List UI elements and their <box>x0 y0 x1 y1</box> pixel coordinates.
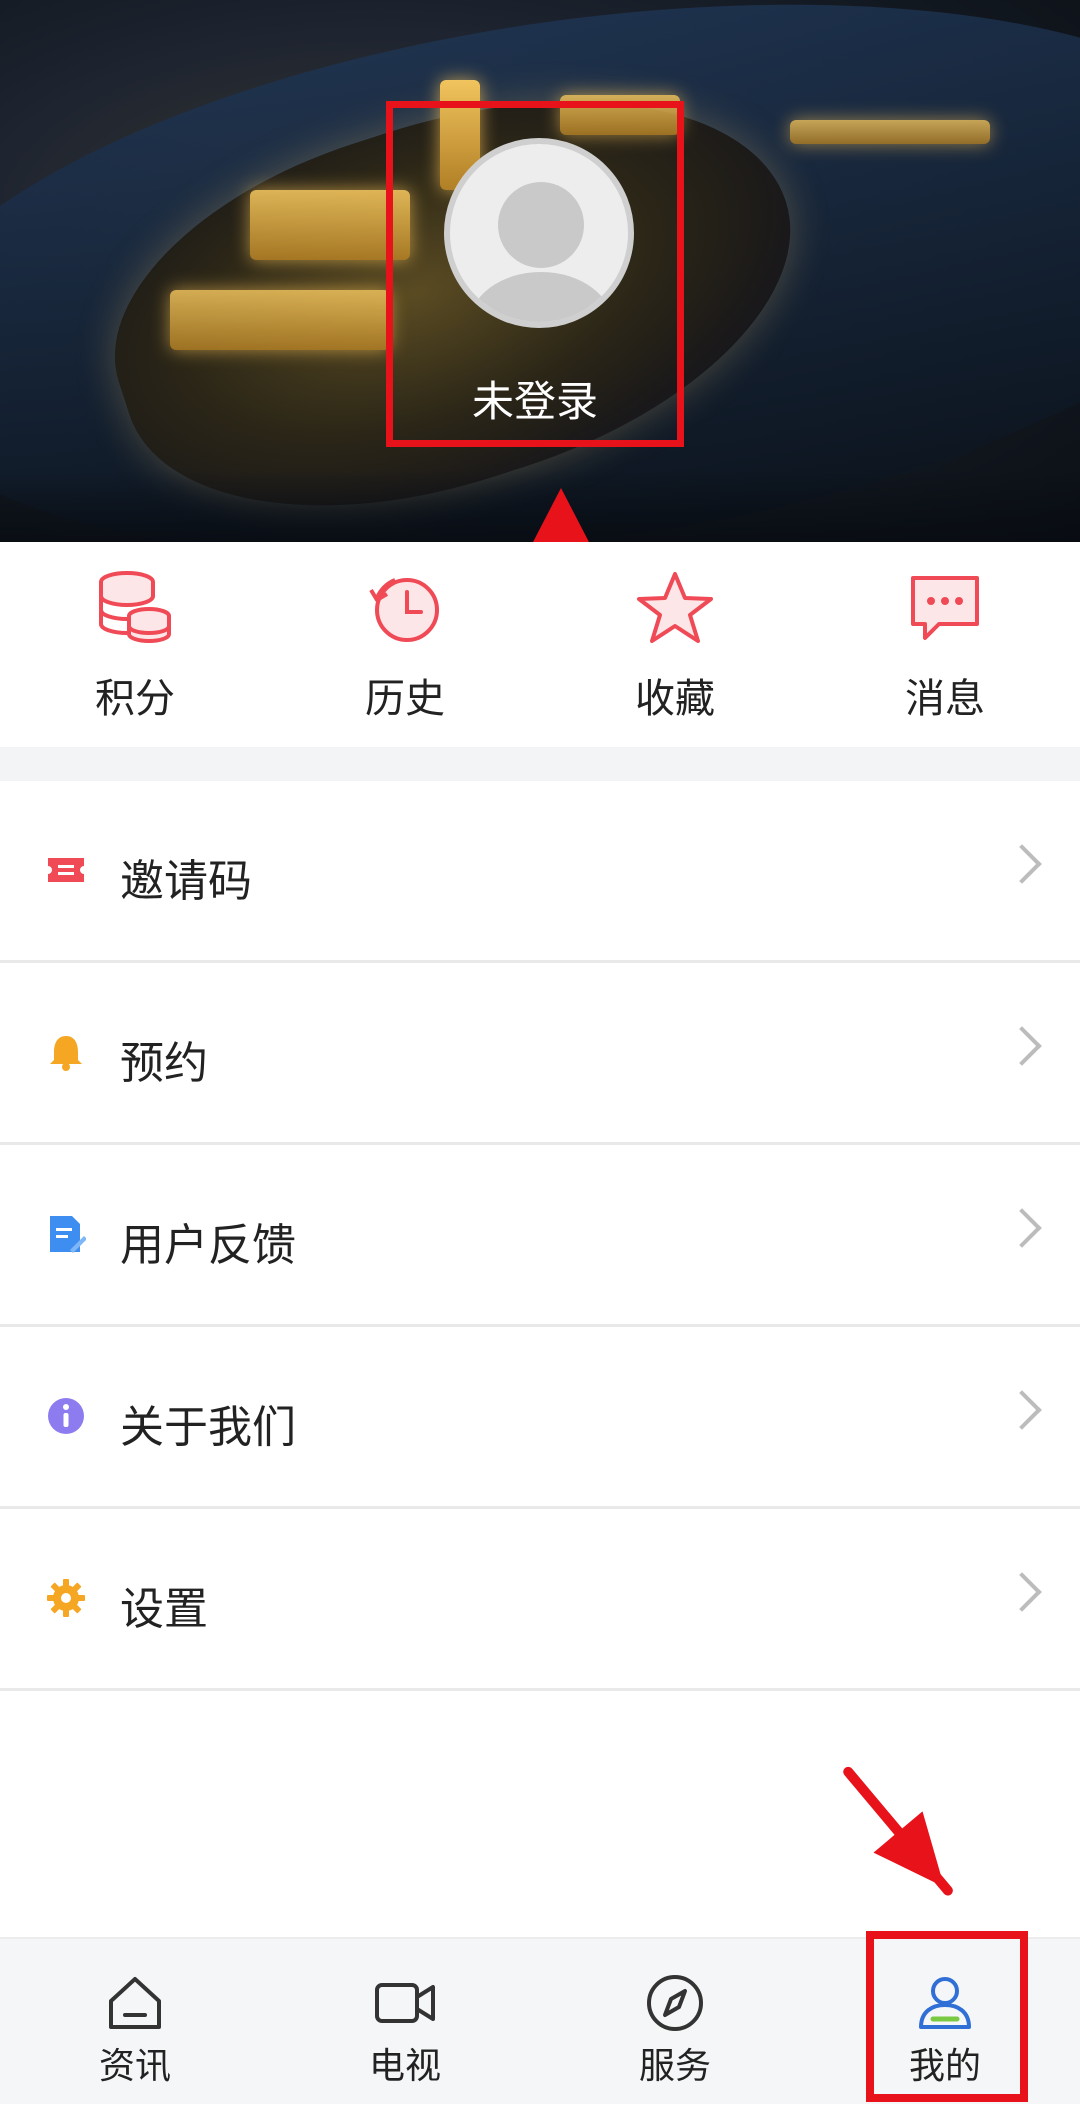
default-avatar-icon[interactable] <box>444 138 634 328</box>
section-divider <box>0 747 1080 781</box>
menu-item-label: 设置 <box>120 1584 208 1635</box>
bell-icon <box>50 1036 82 1071</box>
mine-tab-highlight-box <box>866 1931 1028 2102</box>
coins-stack-icon <box>99 571 171 644</box>
menu-item-label: 用户反馈 <box>120 1220 296 1271</box>
quick-action-points[interactable]: 积分 <box>0 542 270 747</box>
menu-item-settings[interactable]: 设置 <box>0 1509 1080 1691</box>
history-clock-icon <box>369 578 439 642</box>
menu-item-label: 预约 <box>120 1038 208 1089</box>
chevron-right-icon <box>1002 1026 1042 1066</box>
chevron-right-icon <box>1002 1572 1042 1612</box>
tab-label: 资讯 <box>98 2046 171 2087</box>
message-bubble-icon <box>911 576 979 640</box>
feedback-doc-icon <box>50 1216 86 1253</box>
menu-item-label: 关于我们 <box>120 1402 296 1453</box>
info-icon <box>48 1398 84 1434</box>
chevron-right-icon <box>1002 844 1042 884</box>
gear-icon <box>47 1579 85 1617</box>
menu-item-about-us[interactable]: 关于我们 <box>0 1327 1080 1509</box>
menu-item-invite-code[interactable]: 邀请码 <box>0 781 1080 963</box>
banner-building <box>170 290 390 350</box>
tab-news[interactable]: 资讯 <box>0 1939 270 2104</box>
login-status-text[interactable]: 未登录 <box>386 368 684 429</box>
menu-item-label: 邀请码 <box>120 856 252 907</box>
chevron-right-icon <box>1002 1208 1042 1248</box>
tab-services[interactable]: 服务 <box>540 1939 810 2104</box>
ticket-icon <box>48 858 84 882</box>
quick-action-label: 积分 <box>95 676 175 722</box>
compass-icon <box>647 1975 703 2031</box>
quick-action-label: 消息 <box>905 676 985 722</box>
star-icon <box>637 572 713 643</box>
chevron-right-icon <box>1002 1390 1042 1430</box>
avatar-body <box>468 272 614 322</box>
quick-action-history[interactable]: 历史 <box>270 542 540 747</box>
quick-action-favorites[interactable]: 收藏 <box>540 542 810 747</box>
banner-bridge <box>790 120 990 144</box>
avatar-head <box>498 182 584 268</box>
settings-menu: 邀请码 预约 用户反馈 关于我们 设置 <box>0 781 1080 1691</box>
tab-tv[interactable]: 电视 <box>270 1939 540 2104</box>
video-camera-icon <box>375 1983 435 2023</box>
tab-label: 服务 <box>638 2046 711 2087</box>
menu-item-feedback[interactable]: 用户反馈 <box>0 1145 1080 1327</box>
menu-item-reservation[interactable]: 预约 <box>0 963 1080 1145</box>
quick-action-label: 收藏 <box>635 676 715 722</box>
tab-label: 电视 <box>368 2046 441 2087</box>
quick-action-messages[interactable]: 消息 <box>810 542 1080 747</box>
quick-action-label: 历史 <box>365 676 445 722</box>
quick-actions: 积分 历史 收藏 消息 <box>0 542 1080 747</box>
home-icon <box>109 1977 161 2029</box>
